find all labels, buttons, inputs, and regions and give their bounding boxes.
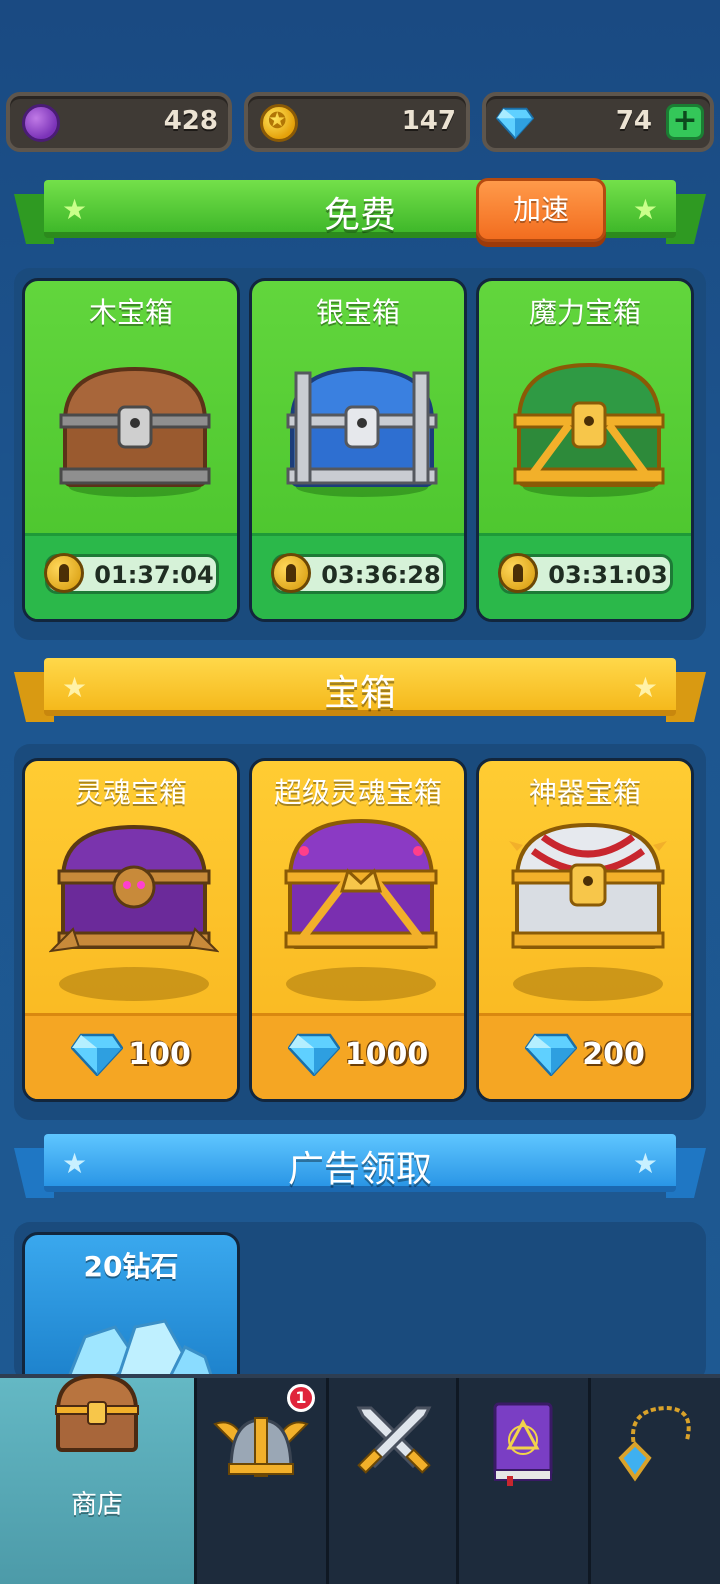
chest-card-wood[interactable]: 木宝箱 01:37:04 [22, 278, 240, 622]
purple-currency: 428 [6, 92, 232, 152]
nav-tab-shop[interactable]: 商店 [0, 1373, 194, 1584]
nav-tab-accessories[interactable] [588, 1378, 720, 1584]
crossed-swords-icon [356, 1406, 432, 1474]
chest-timer: 01:37:04 [44, 553, 219, 594]
section-title: 广告领取 [287, 1149, 432, 1190]
chest-price: 100 [25, 1032, 237, 1082]
chests-section-header: ★ ★ 宝箱 [14, 658, 706, 724]
lock-coin-icon [44, 553, 84, 593]
nav-tab-heroes[interactable]: 1 [194, 1378, 326, 1584]
ad-reward-name: 20钻石 [83, 1250, 179, 1283]
chest-timer: 03:31:03 [498, 553, 673, 594]
artifact-chest-icon [509, 822, 667, 949]
soul-chest-icon [49, 824, 219, 953]
chest-price: 200 [479, 1032, 691, 1082]
chest-price: 1000 [252, 1032, 464, 1082]
diamond-currency: 74 + [482, 92, 714, 152]
diamond-amount: 74 [615, 106, 652, 136]
add-diamonds-button[interactable]: + [666, 104, 704, 140]
diamond-pile-icon [66, 1319, 214, 1379]
purple-coin-icon [22, 104, 60, 142]
ads-section-header: ★ ★ 广告领取 [14, 1134, 706, 1200]
chest-card-silver[interactable]: 银宝箱 03:36:28 [249, 278, 467, 622]
diamond-icon [71, 1033, 124, 1076]
timer-text: 03:36:28 [321, 561, 441, 589]
chest-card-magic[interactable]: 魔力宝箱 03:31:03 [476, 278, 694, 622]
chest-name: 神器宝箱 [528, 776, 641, 809]
chest-timer: 03:36:28 [271, 553, 446, 594]
chest-name: 超级灵魂宝箱 [273, 776, 442, 809]
gold-currency: 147 [244, 92, 470, 152]
chest-card-super-soul[interactable]: 超级灵魂宝箱 1000 [249, 758, 467, 1102]
lock-coin-icon [271, 553, 311, 593]
price-value: 100 [128, 1036, 191, 1072]
super-soul-chest-icon [284, 818, 438, 949]
chest-card-artifact[interactable]: 神器宝箱 200 [476, 758, 694, 1102]
gold-amount: 147 [401, 106, 456, 136]
chest-name: 银宝箱 [315, 296, 400, 329]
chest-name: 魔力宝箱 [528, 296, 641, 329]
wooden-chest-icon [59, 366, 211, 497]
lock-coin-icon [498, 553, 538, 593]
price-value: 200 [582, 1036, 645, 1072]
nav-tab-spellbook[interactable] [456, 1378, 588, 1584]
speed-up-button[interactable]: 加速 [476, 178, 606, 242]
shop-icon [55, 1373, 139, 1452]
timer-text: 01:37:04 [94, 561, 214, 589]
diamond-icon [287, 1033, 340, 1076]
notification-badge: 1 [287, 1384, 315, 1412]
silver-chest-icon [286, 366, 438, 497]
section-title: 宝箱 [323, 673, 396, 714]
chest-card-soul[interactable]: 灵魂宝箱 100 [22, 758, 240, 1102]
price-value: 1000 [344, 1036, 429, 1072]
nav-tab-battle[interactable] [326, 1378, 456, 1584]
gold-coin-icon [260, 104, 298, 142]
amulet-icon [618, 1405, 691, 1482]
nav-label-shop: 商店 [70, 1490, 123, 1520]
diamond-icon [496, 107, 534, 140]
ad-reward-card[interactable]: 20钻石 [22, 1232, 240, 1382]
diamond-icon [525, 1033, 578, 1076]
chest-name: 灵魂宝箱 [74, 776, 187, 809]
helmet-icon [213, 1417, 309, 1477]
bottom-navigation: 商店 1 [0, 1373, 720, 1584]
spellbook-icon [493, 1402, 553, 1486]
purple-amount: 428 [163, 106, 218, 136]
magic-chest-icon [513, 362, 665, 497]
timer-text: 03:31:03 [548, 561, 668, 589]
chest-name: 木宝箱 [88, 296, 173, 329]
